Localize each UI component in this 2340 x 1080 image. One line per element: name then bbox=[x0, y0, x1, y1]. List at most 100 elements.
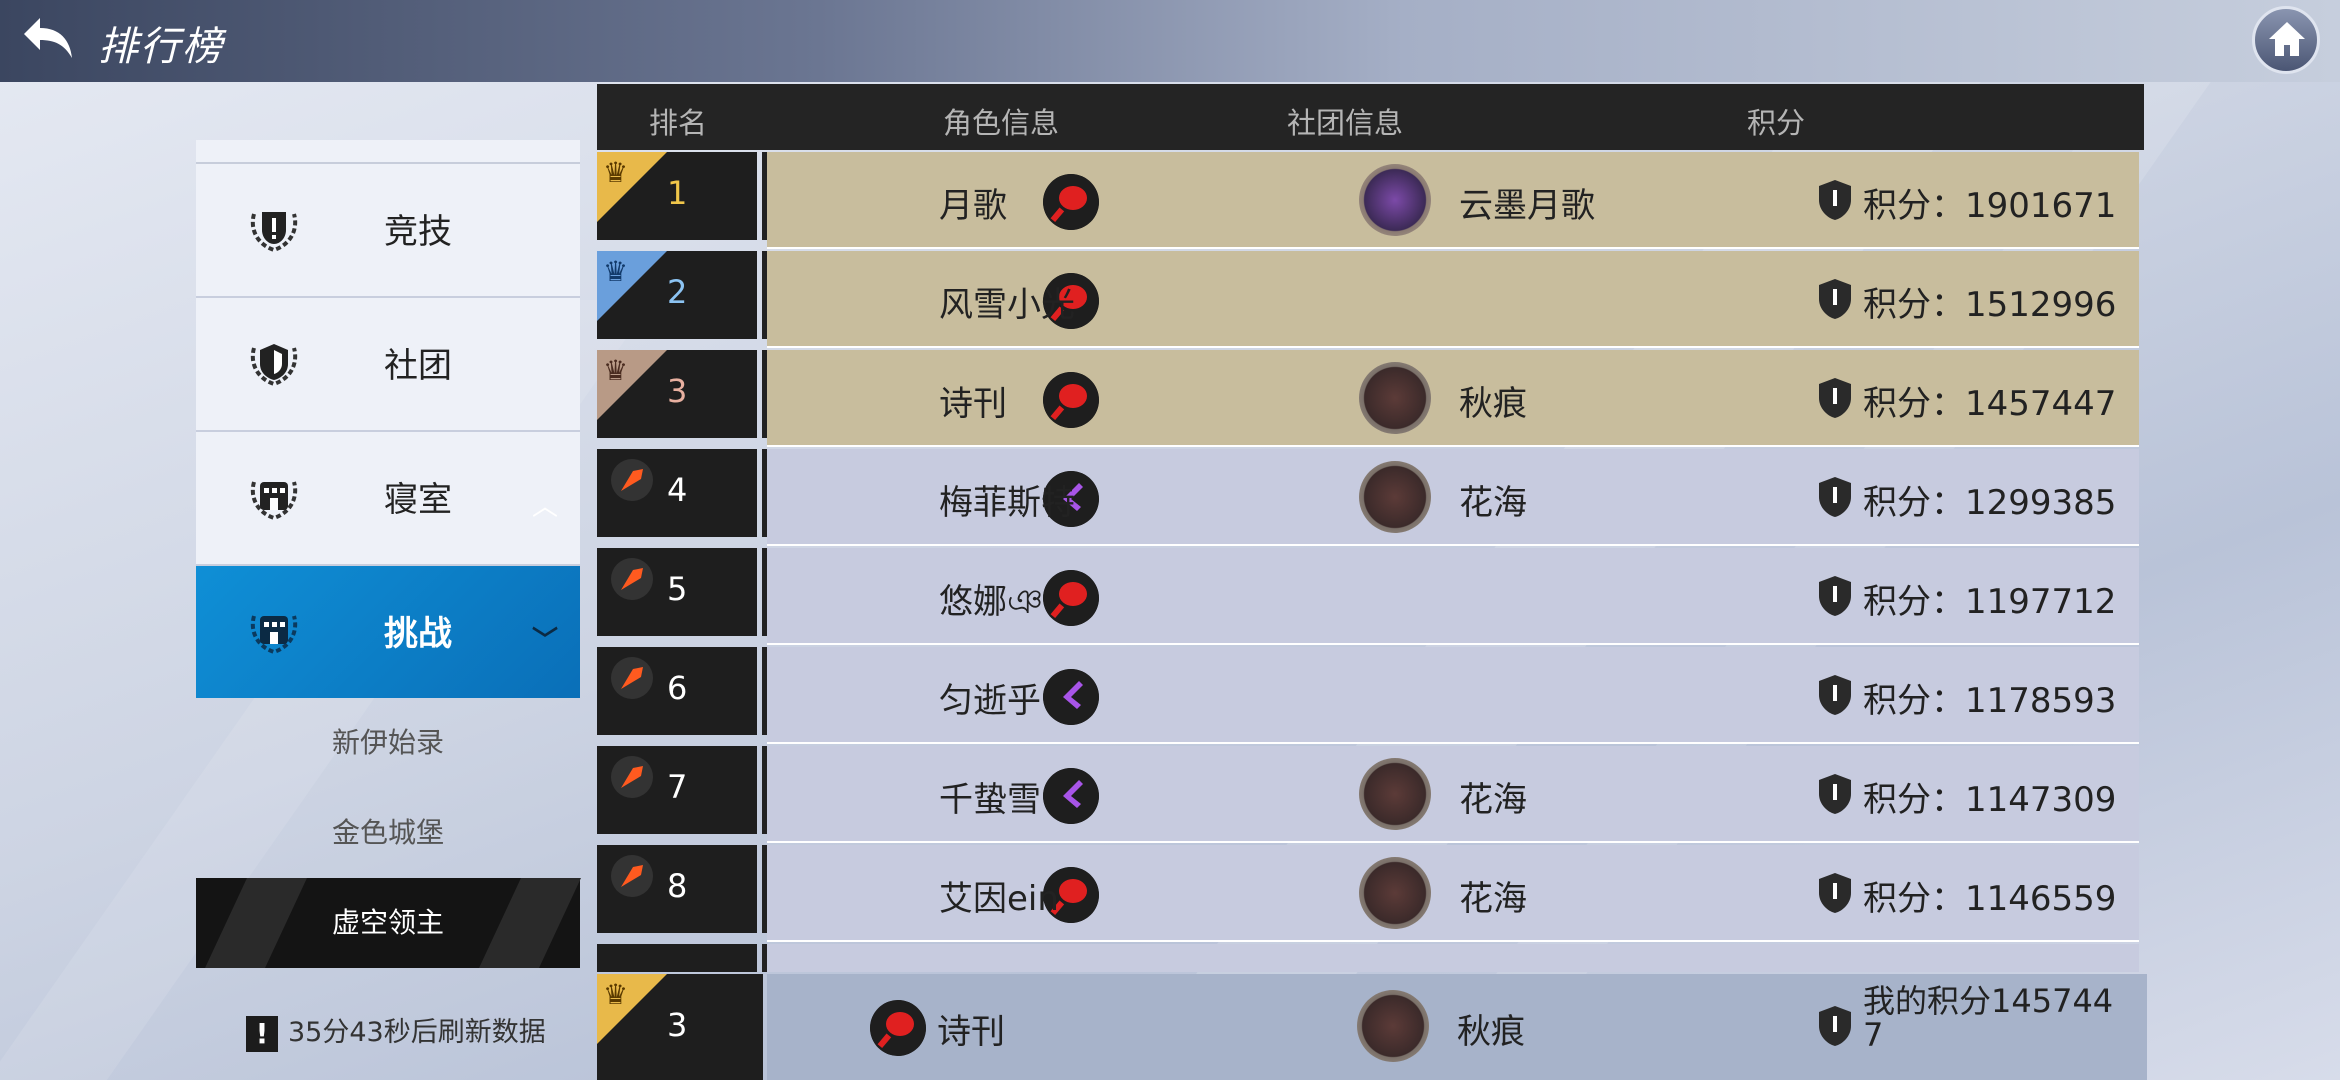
player-name: 风雪小光 bbox=[939, 285, 1075, 325]
row-body: 诗刊 秋痕 我的积分1457447 bbox=[767, 974, 2147, 1080]
ranking-list[interactable]: ♛ 1 月歌 云墨月歌 积分：1901671 ♛ 2 风雪小光 积分：15129… bbox=[597, 152, 2139, 972]
rank-cell: ♛ 2 bbox=[597, 251, 767, 339]
rank-cell: 6 bbox=[597, 647, 767, 735]
racket-avatar-icon bbox=[870, 1000, 926, 1056]
chevron-up-icon[interactable]: ︿ bbox=[532, 486, 558, 523]
score-value: 积分：1147309 bbox=[1863, 780, 2117, 820]
score-value: 积分：1299385 bbox=[1863, 483, 2117, 523]
crown-icon: ♛ bbox=[603, 978, 629, 1011]
score-value: 积分：1901671 bbox=[1863, 186, 2117, 226]
sidebar-top-edge bbox=[196, 140, 580, 164]
rank-number: 2 bbox=[667, 273, 688, 311]
rocket-icon bbox=[611, 756, 653, 798]
chevron-down-icon[interactable]: ﹀ bbox=[532, 620, 558, 657]
club-logo bbox=[1359, 461, 1431, 533]
category-challenge[interactable]: 挑战 ﹀ bbox=[196, 566, 580, 698]
ranking-row[interactable]: 7 千蛰雪 花海 积分：1147309 bbox=[597, 746, 2139, 843]
back-arrow-icon bbox=[24, 18, 72, 58]
score-value: 积分：1146559 bbox=[1863, 879, 2117, 919]
subcategory-golden-castle[interactable]: 金色城堡 bbox=[196, 788, 580, 878]
shield-score-icon bbox=[1819, 1006, 1851, 1046]
page-title: 排行榜 bbox=[98, 24, 224, 70]
subcategory-label: 虚空领主 bbox=[331, 906, 444, 939]
club-name: 云墨月歌 bbox=[1459, 186, 1595, 226]
player-name: 诗刊 bbox=[939, 384, 1007, 424]
racket-avatar-icon bbox=[1043, 570, 1099, 626]
category-arena[interactable]: 竞技 bbox=[196, 164, 580, 298]
rank-number: 1 bbox=[667, 174, 688, 212]
rocket-icon bbox=[611, 855, 653, 897]
ranking-row[interactable]: 5 悠娜ঞ 积分：1197712 bbox=[597, 548, 2139, 645]
ranking-row[interactable] bbox=[597, 944, 2139, 972]
refresh-notice: ! 35分43秒后刷新数据 bbox=[246, 1010, 546, 1052]
shield-score-icon bbox=[1819, 378, 1851, 418]
row-body: 月歌 云墨月歌 积分：1901671 bbox=[767, 152, 2139, 249]
shield-score-icon bbox=[1819, 774, 1851, 814]
ranking-row[interactable]: ♛ 2 风雪小光 积分：1512996 bbox=[597, 251, 2139, 348]
rank-cell: 7 bbox=[597, 746, 767, 834]
top-bar: 排行榜 bbox=[0, 0, 2340, 82]
shield-score-icon bbox=[1819, 477, 1851, 517]
club-name: 秋痕 bbox=[1459, 384, 1527, 424]
row-body: 诗刊 秋痕 积分：1457447 bbox=[767, 350, 2139, 447]
sickle-avatar-icon bbox=[1043, 768, 1099, 824]
header-role: 角色信息 bbox=[943, 106, 1060, 140]
row-body: 梅菲斯特 花海 积分：1299385 bbox=[767, 449, 2139, 546]
ranking-row[interactable]: ♛ 3 诗刊 秋痕 积分：1457447 bbox=[597, 350, 2139, 447]
rank-number: 6 bbox=[667, 669, 688, 707]
ranking-row[interactable]: 6 匀逝乎 积分：1178593 bbox=[597, 647, 2139, 744]
rank-cell: 4 bbox=[597, 449, 767, 537]
rank-cell: 8 bbox=[597, 845, 767, 933]
player-name: 诗刊 bbox=[937, 1012, 1005, 1052]
row-body bbox=[767, 944, 2139, 972]
sickle-avatar-icon bbox=[1043, 669, 1099, 725]
category-sidebar: 竞技 社团 寝室 ︿ 挑战 ﹀ 新伊始录 金色城堡 虚空领主 bbox=[196, 140, 580, 968]
ranking-row[interactable]: ♛ 1 月歌 云墨月歌 积分：1901671 bbox=[597, 152, 2139, 249]
ranking-row[interactable]: 8 艾因ein 花海 积分：1146559 bbox=[597, 845, 2139, 942]
ranking-table-header: 排名 角色信息 社团信息 积分 bbox=[597, 84, 2144, 150]
club-logo bbox=[1359, 857, 1431, 929]
rank-number: 4 bbox=[667, 471, 688, 509]
ranking-row[interactable]: 4 梅菲斯特 花海 积分：1299385 bbox=[597, 449, 2139, 546]
row-body: 匀逝乎 积分：1178593 bbox=[767, 647, 2139, 744]
header-score: 积分 bbox=[1747, 106, 1806, 140]
club-logo bbox=[1359, 164, 1431, 236]
rank-cell: ♛ 3 bbox=[597, 350, 767, 438]
rank-number: 8 bbox=[667, 867, 688, 905]
category-label: 竞技 bbox=[384, 212, 452, 252]
rank-number: 5 bbox=[667, 570, 688, 608]
rank-number: 3 bbox=[667, 372, 688, 410]
club-name: 花海 bbox=[1459, 879, 1527, 919]
subcategory-new-beginning[interactable]: 新伊始录 bbox=[196, 698, 580, 788]
row-body: 千蛰雪 花海 积分：1147309 bbox=[767, 746, 2139, 843]
row-body: 风雪小光 积分：1512996 bbox=[767, 251, 2139, 348]
crown-icon: ♛ bbox=[603, 156, 629, 189]
header-rank: 排名 bbox=[649, 106, 708, 140]
category-club[interactable]: 社团 bbox=[196, 298, 580, 432]
back-button[interactable] bbox=[20, 12, 80, 68]
home-icon bbox=[2269, 22, 2305, 56]
home-button[interactable] bbox=[2252, 6, 2320, 74]
category-label: 挑战 bbox=[384, 614, 452, 654]
score-value: 积分：1178593 bbox=[1863, 681, 2117, 721]
rank-number: 3 bbox=[667, 1006, 688, 1044]
subcategory-void-lord[interactable]: 虚空领主 bbox=[196, 878, 580, 968]
category-dorm[interactable]: 寝室 ︿ bbox=[196, 432, 580, 566]
shield-score-icon bbox=[1819, 576, 1851, 616]
rank-cell: ♛ 1 bbox=[597, 152, 767, 240]
category-label: 社团 bbox=[384, 346, 452, 386]
crown-icon: ♛ bbox=[603, 354, 629, 387]
racket-avatar-icon bbox=[1043, 372, 1099, 428]
club-name: 秋痕 bbox=[1457, 1012, 1525, 1052]
rocket-icon bbox=[611, 558, 653, 600]
club-name: 花海 bbox=[1459, 780, 1527, 820]
score-value: 积分：1197712 bbox=[1863, 582, 2117, 622]
player-name: 千蛰雪 bbox=[939, 780, 1041, 820]
score-value: 积分：1512996 bbox=[1863, 285, 2117, 325]
category-label: 寝室 bbox=[384, 480, 452, 520]
refresh-text: 35分43秒后刷新数据 bbox=[288, 1017, 546, 1048]
building-badge-icon bbox=[250, 481, 298, 521]
subcategory-label: 新伊始录 bbox=[331, 726, 444, 759]
rank-cell bbox=[597, 944, 767, 972]
shield-badge-icon bbox=[250, 344, 298, 387]
